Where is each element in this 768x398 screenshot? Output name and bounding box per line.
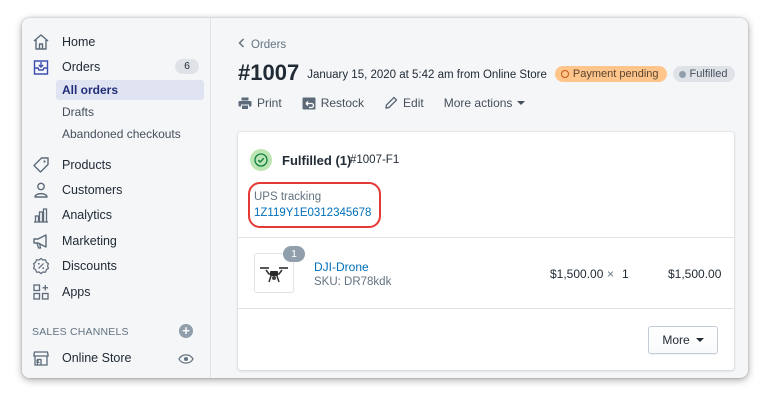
sidebar-item-label: Discounts bbox=[62, 259, 117, 273]
line-total: $1,500.00 bbox=[668, 267, 722, 281]
sales-channels-header: SALES CHANNELS bbox=[32, 326, 129, 338]
printer-icon bbox=[238, 97, 252, 110]
fulfillment-card: Fulfilled (1) #1007-F1 UPS tracking 1Z11… bbox=[238, 132, 734, 370]
title-row: #1007 January 15, 2020 at 5:42 am from O… bbox=[238, 60, 736, 86]
discount-icon bbox=[32, 257, 50, 275]
apps-icon bbox=[32, 283, 50, 301]
tracking-number-link[interactable]: 1Z119Y1E0312345678 bbox=[254, 207, 371, 219]
sidebar-subitem-drafts[interactable]: Drafts bbox=[56, 102, 204, 122]
person-icon bbox=[32, 181, 50, 199]
pencil-icon bbox=[384, 96, 398, 110]
fulfillment-id: #1007-F1 bbox=[350, 154, 400, 166]
breadcrumb[interactable]: Orders bbox=[238, 38, 286, 51]
payment-status-badge: Payment pending bbox=[554, 66, 667, 82]
order-meta: January 15, 2020 at 5:42 am from Online … bbox=[307, 69, 547, 81]
product-name-link[interactable]: DJI-Drone bbox=[314, 260, 369, 274]
sidebar-item-orders[interactable]: Orders 6 bbox=[22, 55, 211, 79]
sidebar-item-label: Products bbox=[62, 158, 112, 172]
chevron-left-icon bbox=[238, 38, 245, 51]
multiply-sign: × bbox=[607, 267, 615, 281]
add-sales-channel-icon[interactable]: + bbox=[179, 324, 193, 338]
sidebar-item-label: Online Store bbox=[62, 351, 132, 365]
sidebar-item-discounts[interactable]: Discounts bbox=[22, 254, 211, 278]
orders-count-badge: 6 bbox=[175, 59, 199, 74]
sidebar-item-marketing[interactable]: Marketing bbox=[22, 229, 211, 253]
caret-down-icon bbox=[695, 338, 704, 342]
sidebar-item-label: Apps bbox=[62, 285, 91, 299]
restock-button[interactable]: Restock bbox=[302, 96, 364, 110]
home-icon bbox=[32, 33, 50, 51]
sidebar-subitem-all-orders[interactable]: All orders bbox=[56, 80, 204, 100]
print-button[interactable]: Print bbox=[238, 96, 282, 110]
sidebar-item-analytics[interactable]: Analytics bbox=[22, 203, 211, 227]
sidebar-item-products[interactable]: Products bbox=[22, 153, 211, 177]
sidebar-item-label: Orders bbox=[62, 60, 101, 74]
app-window: Home Orders 6 All orders Drafts Abandone… bbox=[22, 18, 748, 378]
more-actions-label: More actions bbox=[443, 96, 513, 110]
sidebar-item-home[interactable]: Home bbox=[22, 30, 211, 54]
main-content: Orders #1007 January 15, 2020 at 5:42 am… bbox=[212, 18, 748, 378]
bar-chart-icon bbox=[32, 206, 50, 224]
eye-icon[interactable] bbox=[178, 352, 194, 364]
breadcrumb-label: Orders bbox=[251, 38, 287, 51]
tracking-highlight-ring bbox=[248, 182, 381, 228]
line-quantity: 1 bbox=[622, 267, 629, 281]
unit-price: $1,500.00 bbox=[550, 267, 604, 281]
print-label: Print bbox=[257, 96, 282, 110]
restock-label: Restock bbox=[320, 96, 365, 110]
payment-status-label: Payment pending bbox=[572, 68, 659, 80]
status-ring-icon bbox=[560, 70, 569, 78]
sidebar-item-label: Customers bbox=[62, 183, 123, 197]
order-actions: Print Restock Edit More actions bbox=[238, 96, 526, 110]
status-dot-icon bbox=[678, 70, 686, 78]
page-title: #1007 bbox=[238, 60, 300, 85]
sidebar-item-label: Marketing bbox=[62, 234, 117, 248]
sidebar-subitem-label: Drafts bbox=[62, 105, 95, 119]
caret-down-icon bbox=[517, 101, 526, 105]
sidebar-item-apps[interactable]: Apps bbox=[22, 280, 211, 304]
sidebar-item-customers[interactable]: Customers bbox=[22, 178, 211, 202]
product-sku: SKU: DR78kdk bbox=[314, 276, 392, 288]
sidebar-item-label: Analytics bbox=[62, 208, 113, 222]
edit-button[interactable]: Edit bbox=[384, 96, 424, 110]
edit-label: Edit bbox=[403, 96, 424, 110]
sidebar-item-label: Home bbox=[62, 35, 96, 49]
tag-icon bbox=[32, 156, 50, 174]
sidebar: Home Orders 6 All orders Drafts Abandone… bbox=[22, 18, 211, 378]
more-button-label: More bbox=[662, 333, 690, 347]
sidebar-subitem-label: Abandoned checkouts bbox=[62, 127, 181, 141]
orders-icon bbox=[32, 58, 50, 76]
divider bbox=[238, 237, 734, 238]
quantity-badge: 1 bbox=[283, 246, 305, 262]
check-circle-icon bbox=[250, 149, 272, 171]
divider bbox=[238, 308, 734, 309]
tracking-label: UPS tracking bbox=[254, 191, 322, 203]
more-button[interactable]: More bbox=[648, 326, 718, 354]
fulfillment-status-label: Fulfilled bbox=[689, 68, 728, 80]
more-actions-button[interactable]: More actions bbox=[444, 96, 526, 110]
restock-icon bbox=[302, 97, 316, 110]
sidebar-subitem-abandoned-checkouts[interactable]: Abandoned checkouts bbox=[56, 124, 204, 144]
store-icon bbox=[32, 349, 50, 367]
fulfillment-status-badge: Fulfilled bbox=[672, 66, 736, 82]
sidebar-subitem-label: All orders bbox=[62, 83, 119, 97]
megaphone-icon bbox=[32, 232, 50, 250]
fulfillment-heading: Fulfilled (1) bbox=[282, 153, 352, 168]
